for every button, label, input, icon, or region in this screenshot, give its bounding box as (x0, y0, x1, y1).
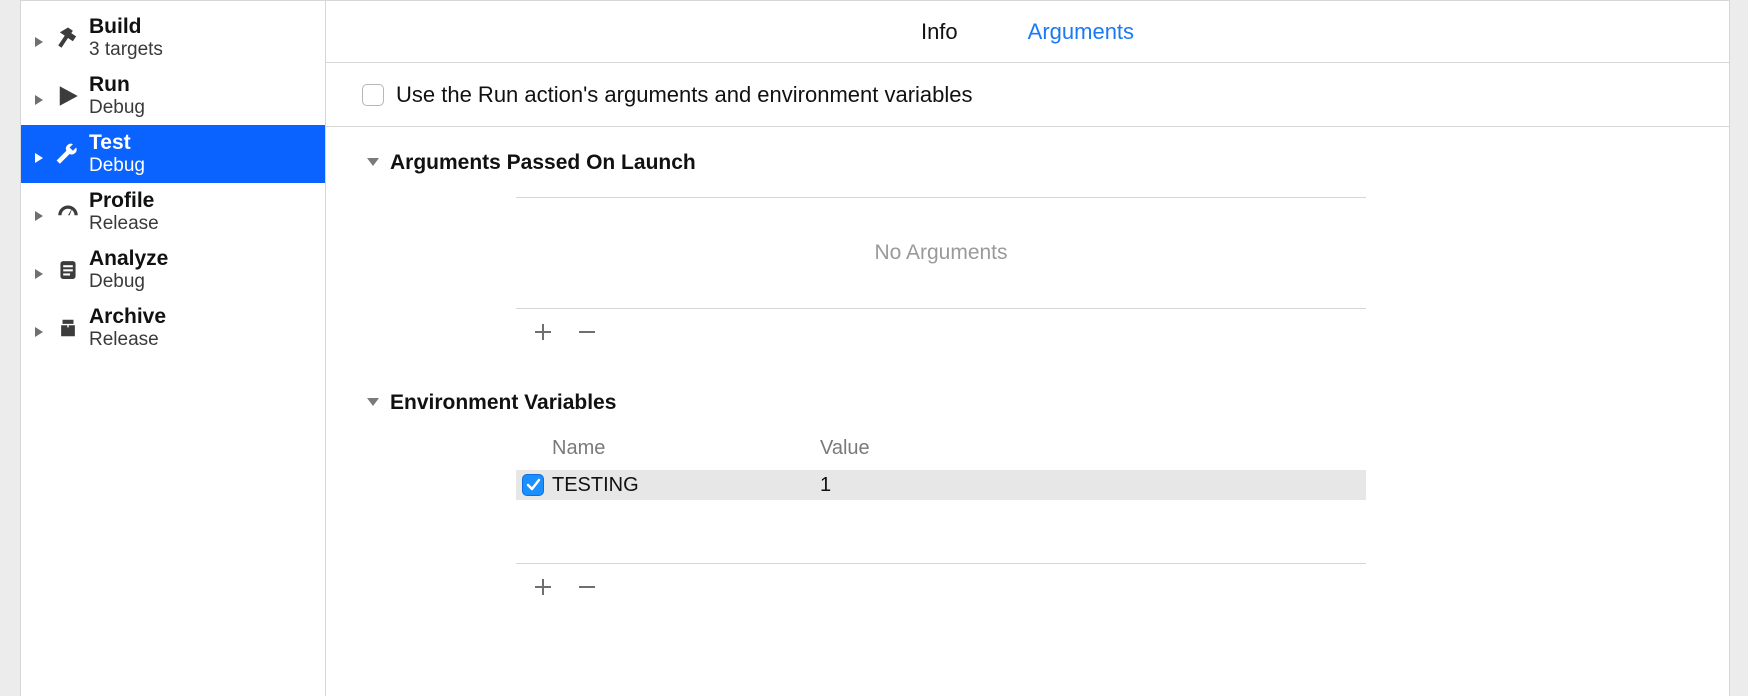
content-pane: Info Arguments Use the Run action's argu… (326, 1, 1729, 696)
env-section: Environment Variables Name Value TESTING (366, 391, 1709, 606)
chevron-down-icon (366, 391, 380, 415)
disclosure-triangle-icon[interactable] (33, 89, 47, 103)
env-row-value[interactable]: 1 (820, 474, 1366, 497)
sidebar-item-subtitle: Release (89, 330, 166, 351)
action-sidebar: Build 3 targets Run Debug (21, 1, 326, 696)
sidebar-item-title: Run (89, 73, 145, 96)
use-parent-args-checkbox[interactable] (362, 84, 384, 106)
sidebar-item-subtitle: 3 targets (89, 40, 163, 61)
disclosure-triangle-icon[interactable] (33, 31, 47, 45)
disclosure-triangle-icon[interactable] (33, 263, 47, 277)
add-env-button[interactable] (530, 574, 556, 600)
sidebar-item-subtitle: Debug (89, 98, 145, 119)
env-row-checkbox[interactable] (522, 474, 544, 496)
disclosure-triangle-icon[interactable] (33, 147, 47, 161)
sidebar-item-test[interactable]: Test Debug (21, 125, 325, 183)
chevron-down-icon (366, 151, 380, 175)
arguments-body: Arguments Passed On Launch No Arguments (326, 127, 1729, 696)
sidebar-item-subtitle: Debug (89, 156, 145, 177)
arguments-section: Arguments Passed On Launch No Arguments (366, 151, 1709, 351)
sidebar-item-title: Archive (89, 305, 166, 328)
sidebar-item-archive[interactable]: Archive Release (21, 299, 325, 357)
sidebar-item-subtitle: Debug (89, 272, 168, 293)
arguments-controls (516, 309, 1366, 351)
arguments-section-header[interactable]: Arguments Passed On Launch (366, 151, 1709, 175)
remove-argument-button[interactable] (574, 319, 600, 345)
env-name-header: Name (552, 437, 820, 460)
scheme-editor-window: Build 3 targets Run Debug (20, 0, 1730, 696)
tab-arguments[interactable]: Arguments (1028, 19, 1134, 45)
env-row-name[interactable]: TESTING (552, 474, 820, 497)
arguments-placeholder: No Arguments (874, 241, 1007, 265)
arguments-section-title: Arguments Passed On Launch (390, 151, 696, 175)
hammer-icon (55, 25, 81, 51)
sidebar-item-title: Test (89, 131, 145, 154)
arguments-list-box: No Arguments (516, 197, 1366, 351)
env-controls (516, 564, 1366, 606)
remove-env-button[interactable] (574, 574, 600, 600)
sidebar-item-title: Analyze (89, 247, 168, 270)
sidebar-item-title: Profile (89, 189, 159, 212)
tab-bar: Info Arguments (326, 1, 1729, 63)
env-section-title: Environment Variables (390, 391, 616, 415)
env-rows[interactable]: TESTING 1 (516, 470, 1366, 564)
env-row[interactable]: TESTING 1 (516, 470, 1366, 500)
sidebar-item-analyze[interactable]: Analyze Debug (21, 241, 325, 299)
env-columns-header: Name Value (516, 437, 1366, 470)
use-parent-args-row: Use the Run action's arguments and envir… (326, 63, 1729, 127)
sidebar-item-build[interactable]: Build 3 targets (21, 9, 325, 67)
add-argument-button[interactable] (530, 319, 556, 345)
use-parent-args-label: Use the Run action's arguments and envir… (396, 82, 973, 108)
wrench-icon (55, 141, 81, 167)
env-section-header[interactable]: Environment Variables (366, 391, 1709, 415)
disclosure-triangle-icon[interactable] (33, 321, 47, 335)
env-list-box: Name Value TESTING 1 (516, 437, 1366, 606)
analyze-icon (55, 257, 81, 283)
gauge-icon (55, 199, 81, 225)
sidebar-item-run[interactable]: Run Debug (21, 67, 325, 125)
env-value-header: Value (820, 437, 1366, 460)
archive-icon (55, 315, 81, 341)
play-icon (55, 83, 81, 109)
sidebar-item-title: Build (89, 15, 163, 38)
sidebar-item-profile[interactable]: Profile Release (21, 183, 325, 241)
sidebar-item-subtitle: Release (89, 214, 159, 235)
disclosure-triangle-icon[interactable] (33, 205, 47, 219)
arguments-list[interactable]: No Arguments (516, 197, 1366, 309)
tab-info[interactable]: Info (921, 19, 958, 45)
